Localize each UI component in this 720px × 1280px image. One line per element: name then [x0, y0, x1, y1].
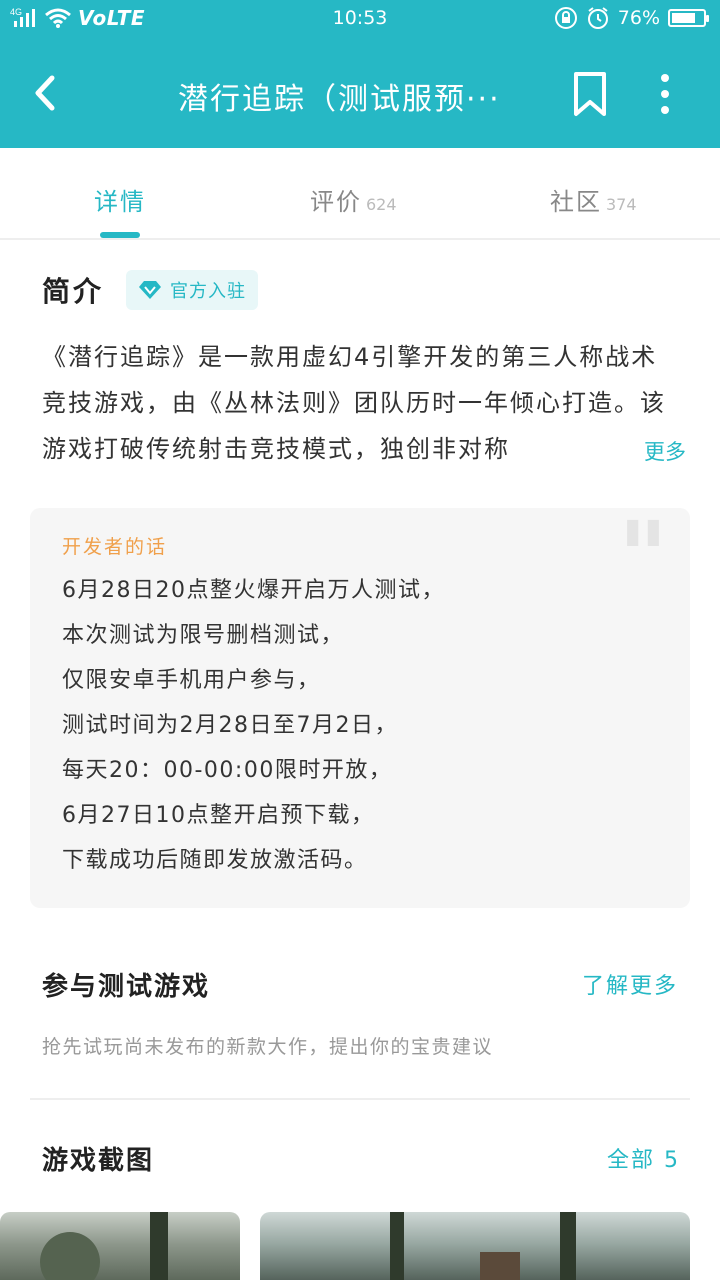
tab-label: 社区 — [550, 188, 602, 216]
tab-count: 624 — [366, 195, 397, 214]
intro-more-link[interactable]: 更多 — [622, 432, 686, 468]
screenshot-foliage — [560, 1212, 576, 1280]
screenshot-foliage — [390, 1212, 404, 1280]
back-arrow-icon[interactable] — [28, 68, 68, 118]
screenshot-thumbnail[interactable] — [260, 1212, 690, 1280]
tab-active-indicator — [100, 232, 140, 238]
more-vertical-icon[interactable] — [650, 72, 680, 116]
section-divider — [30, 1098, 690, 1100]
tab-reviews[interactable]: 评价 624 — [310, 182, 397, 217]
developer-note-line: 每天20：00-00:00限时开放， — [62, 758, 393, 783]
tab-details[interactable]: 详情 — [94, 182, 146, 217]
battery-percent: 76% — [617, 7, 660, 29]
intro-title: 简介 — [42, 275, 105, 308]
lock-rotation-icon — [554, 7, 577, 29]
tab-label: 详情 — [94, 188, 146, 216]
battery-level-fill — [672, 13, 695, 23]
developer-note-line: 6月28日20点整火爆开启万人测试， — [62, 578, 445, 603]
developer-note-line: 仅限安卓手机用户参与， — [62, 668, 321, 693]
bookmark-icon[interactable] — [570, 70, 610, 118]
page-title: 潜行追踪（测试服预··· — [178, 82, 501, 117]
app-header-bar: 4G VoLTE 10:53 76% 潜行追踪（测试服预··· — [0, 0, 720, 148]
official-badge-label: 官方入驻 — [170, 281, 247, 302]
test-games-title: 参与测试游戏 — [42, 972, 211, 1002]
developer-note-card: " 开发者的话 6月28日20点整火爆开启万人测试， 本次测试为限号删档测试， … — [30, 500, 690, 908]
developer-note-line: 6月27日10点整开启预下载， — [62, 803, 375, 828]
test-games-more-link[interactable]: 了解更多 — [582, 968, 678, 1000]
tab-community[interactable]: 社区 374 — [550, 182, 637, 217]
intro-header: 简介 官方入驻 — [42, 270, 259, 310]
screenshot-figure — [480, 1252, 520, 1280]
diamond-icon — [139, 281, 162, 299]
tab-count: 374 — [606, 195, 637, 214]
tab-label: 评价 — [310, 188, 362, 216]
screenshots-all-link[interactable]: 全部 5 — [607, 1142, 680, 1174]
developer-note-line: 测试时间为2月28日至7月2日， — [62, 713, 398, 738]
intro-text: 《潜行追踪》是一款用虚幻4引擎开发的第三人称战术竞技游戏，由《丛林法则》团队历时… — [42, 343, 666, 463]
alarm-icon — [587, 7, 608, 29]
developer-note-lines: 6月28日20点整火爆开启万人测试， 本次测试为限号删档测试， 仅限安卓手机用户… — [62, 568, 445, 883]
screenshot-thumbnail[interactable] — [0, 1212, 240, 1280]
tab-bar: 详情 评价 624 社区 374 — [0, 148, 720, 240]
official-badge: 官方入驻 — [126, 270, 259, 310]
header: 潜行追踪（测试服预··· — [0, 36, 720, 148]
test-games-desc: 抢先试玩尚未发布的新款大作，提出你的宝贵建议 — [42, 1036, 494, 1058]
developer-note-line: 下载成功后随即发放激活码。 — [62, 848, 368, 873]
status-right: 76% — [554, 6, 709, 30]
status-bar: 4G VoLTE 10:53 76% — [0, 0, 720, 36]
battery-icon — [668, 9, 709, 27]
developer-note-line: 本次测试为限号删档测试， — [62, 623, 345, 648]
screenshot-foliage — [150, 1212, 168, 1280]
quote-icon: " — [617, 500, 668, 613]
screenshot-foliage — [40, 1232, 100, 1280]
screenshots-title: 游戏截图 — [42, 1146, 155, 1176]
developer-note-label: 开发者的话 — [62, 536, 168, 558]
